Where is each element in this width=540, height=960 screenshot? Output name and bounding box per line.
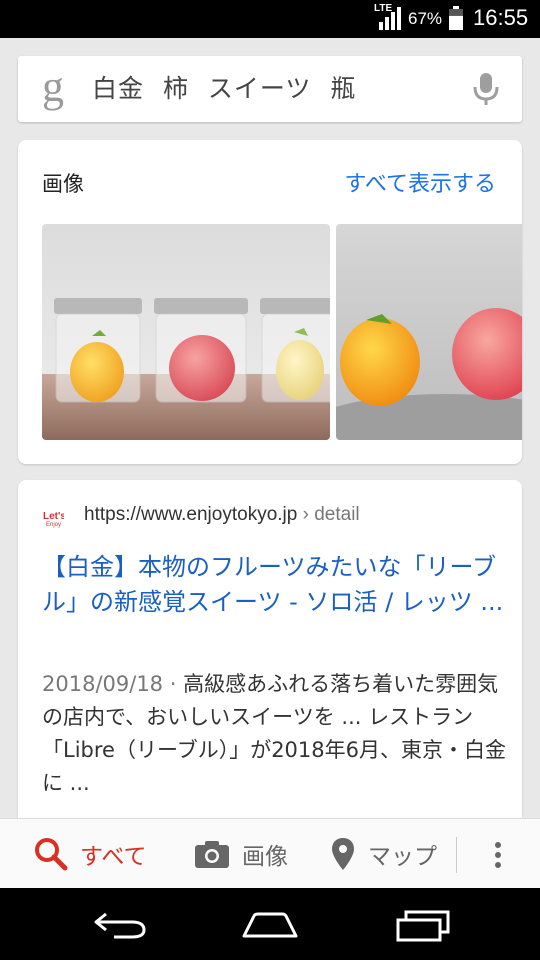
signal-icon [379,7,401,30]
tab-all-label: すべて [80,844,147,870]
battery-percent: 67% [408,9,443,28]
map-pin-icon [332,838,354,870]
svg-text:Enjoy: Enjoy [46,522,61,528]
search-result-card[interactable]: Let's Enjoy https://www.enjoytokyo.jp › … [18,480,522,820]
more-vert-icon[interactable] [486,839,510,871]
result-url-breadcrumb: › detail [302,504,360,525]
bottom-tab-bar: すべて 画像 マップ [0,818,540,888]
see-all-images-link[interactable]: すべて表示する [344,166,496,198]
navigation-bar [0,888,540,960]
tab-maps[interactable]: マップ [330,819,437,889]
result-date: 2018/09/18 · [42,672,177,696]
battery-icon [449,6,463,30]
search-query[interactable]: 白金 柿 スイーツ 瓶 [92,56,356,122]
tab-maps-label: マップ [368,844,437,870]
home-icon[interactable] [240,908,300,940]
tab-images[interactable]: 画像 [194,819,288,889]
microphone-icon[interactable] [470,71,502,107]
search-icon [35,838,68,871]
images-section-title: 画像 [42,172,84,196]
search-bar[interactable]: g 白金 柿 スイーツ 瓶 [18,56,522,122]
tab-divider [456,837,457,873]
images-card: 画像 すべて表示する [18,140,522,464]
svg-text:Let's: Let's [43,511,64,522]
result-url-domain: https://www.enjoytokyo.jp [84,504,298,525]
tab-all[interactable]: すべて [34,819,146,889]
result-url: https://www.enjoytokyo.jp › detail [84,504,360,526]
back-icon[interactable] [92,910,148,940]
image-thumbnail-fruits[interactable] [336,224,522,440]
tab-images-label: 画像 [242,844,288,870]
camera-icon [195,841,229,868]
result-snippet: 2018/09/18 · 高級感あふれる落ち着いた雰囲気の店内で、おいしいスイー… [42,668,510,800]
site-favicon-icon: Let's Enjoy [42,506,64,528]
image-thumbnail-jars[interactable] [42,224,330,440]
status-bar: LTE 67% 16:55 [0,0,540,38]
result-title-link[interactable]: 【白金】本物のフルーツみたいな「リーブル」の新感覚スイーツ - ソロ活 / レッ… [42,550,512,620]
clock: 16:55 [473,5,529,30]
recent-apps-icon[interactable] [396,908,450,942]
google-logo-icon: g [42,62,64,111]
